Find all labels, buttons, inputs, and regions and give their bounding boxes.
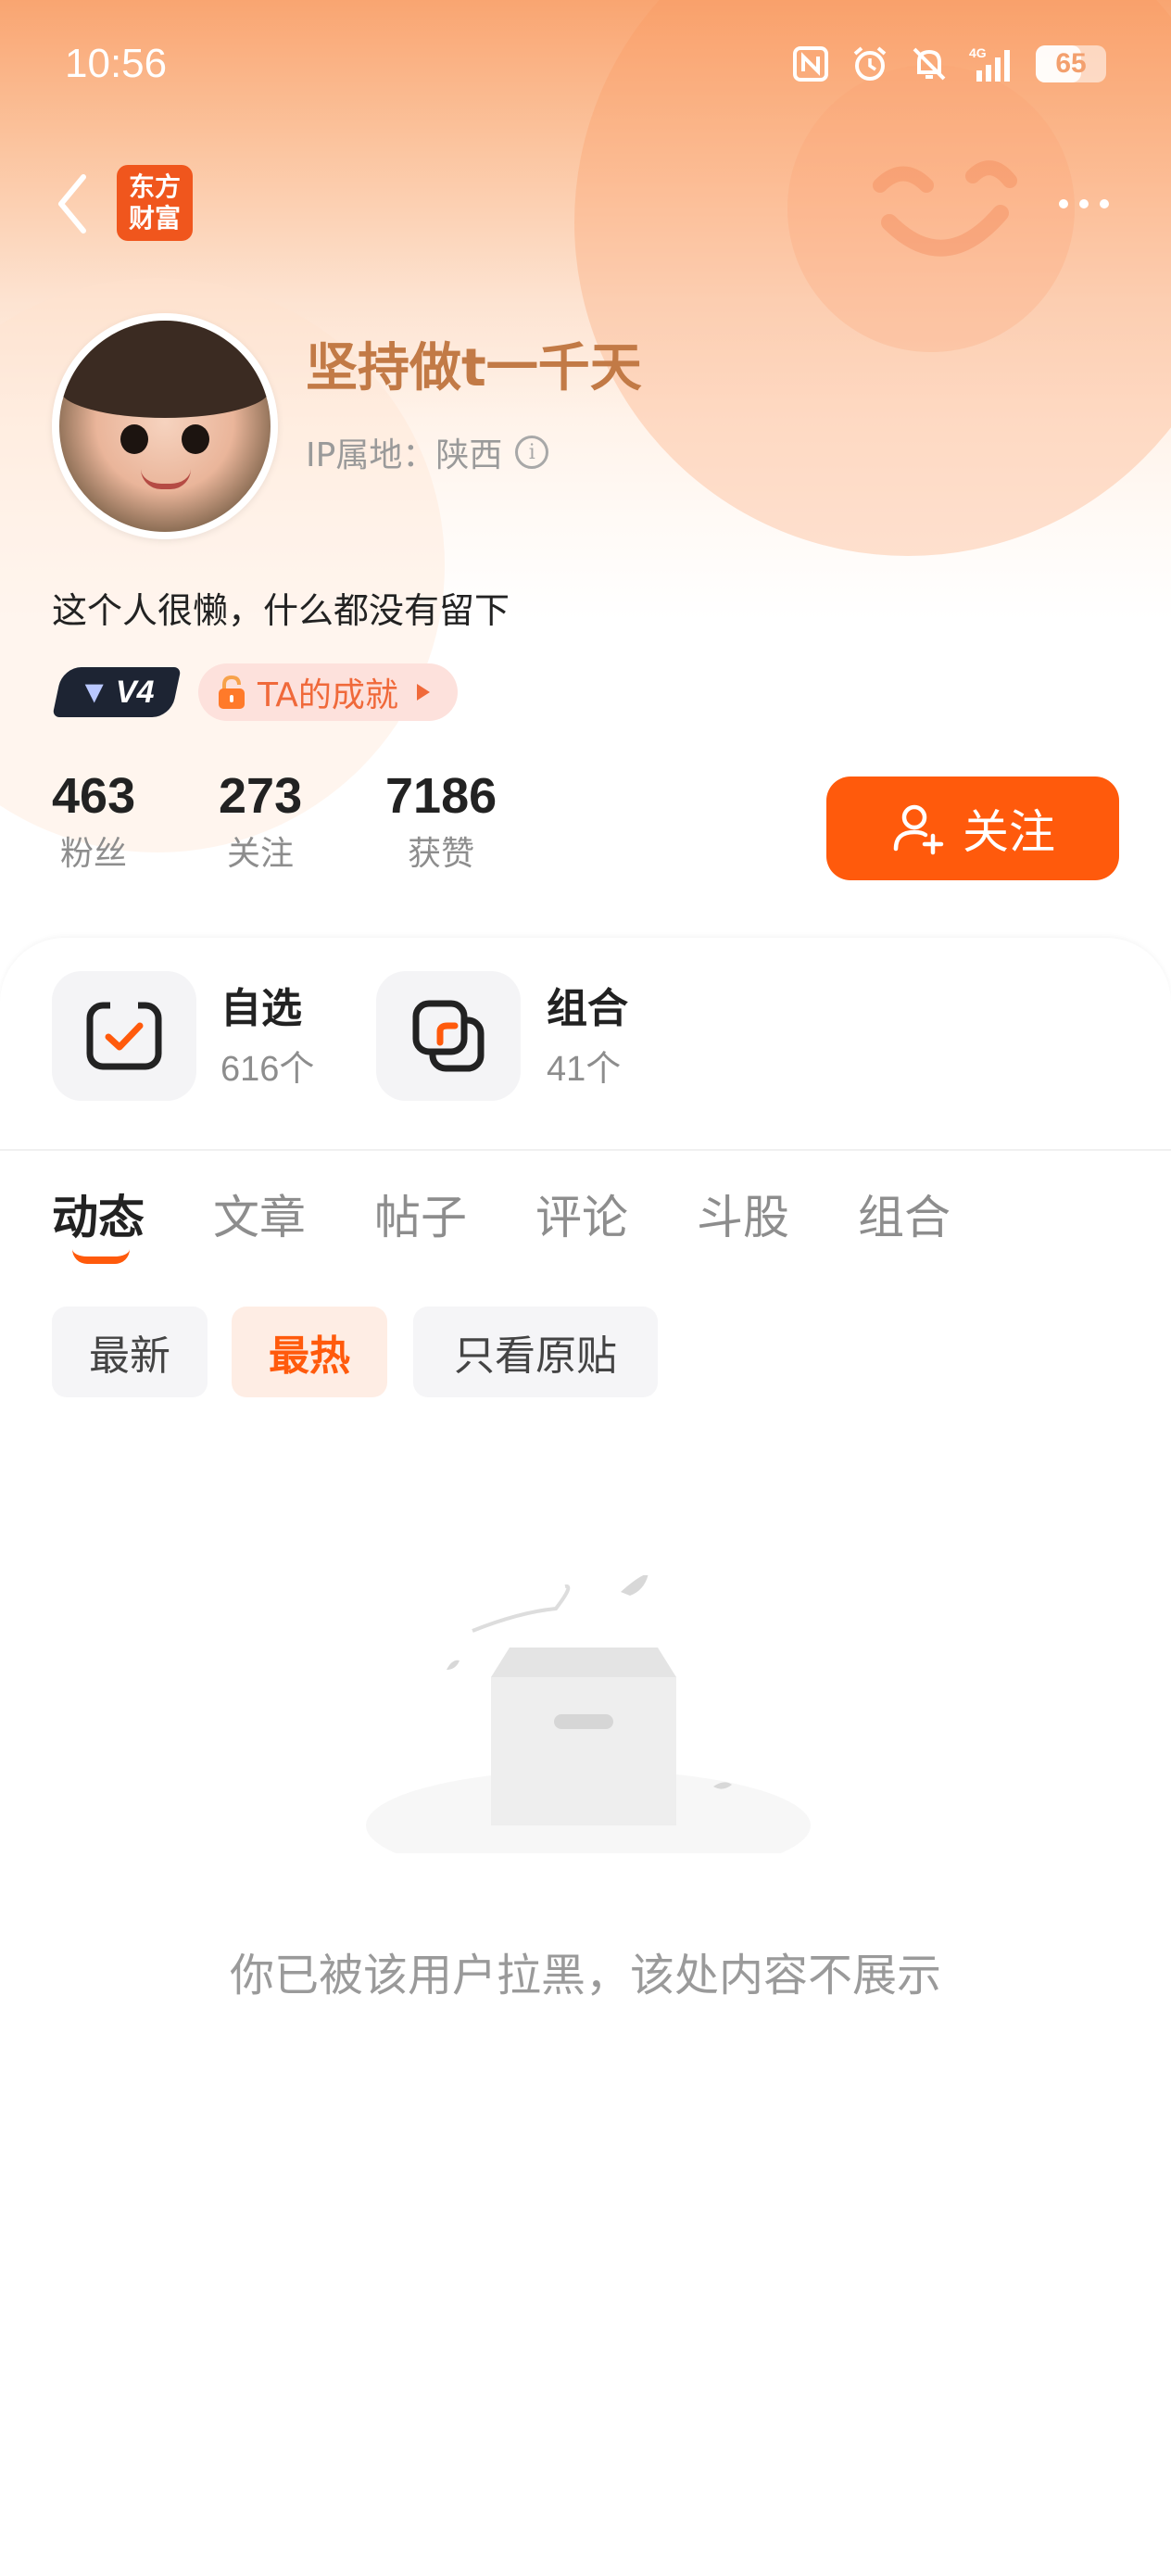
- follow-button[interactable]: 关注: [826, 777, 1119, 880]
- tab-posts[interactable]: 帖子: [374, 1181, 467, 1247]
- battery-percent: 65: [1055, 48, 1087, 79]
- tab-comments[interactable]: 评论: [535, 1181, 628, 1247]
- achievement-label: TA的成就: [258, 676, 398, 714]
- tab-portfolio[interactable]: 组合: [858, 1181, 951, 1247]
- vip-diamond-icon: ▼: [79, 674, 111, 710]
- app-logo[interactable]: 东方 财富: [117, 165, 193, 241]
- mute-bell-icon: [910, 44, 949, 83]
- logo-line: 财富: [128, 203, 181, 234]
- more-options-button[interactable]: [1047, 181, 1121, 227]
- more-dot-icon: [1059, 199, 1068, 208]
- avatar[interactable]: [52, 313, 278, 539]
- filter-original-only[interactable]: 只看原贴: [413, 1307, 658, 1397]
- tab-articles[interactable]: 文章: [213, 1181, 306, 1247]
- stat-value: 7186: [385, 768, 497, 824]
- active-tab-indicator: [72, 1249, 130, 1264]
- bio: 这个人很懒，什么都没有留下: [52, 590, 510, 631]
- watchlist-count: 616个: [220, 1050, 315, 1089]
- watchlist-tile[interactable]: [52, 971, 196, 1101]
- stat-value: 273: [219, 768, 303, 824]
- watchlist-title: 自选: [220, 985, 302, 1032]
- empty-state-message: 你已被该用户拉黑，该处内容不展示: [229, 1950, 941, 2001]
- achievement-button[interactable]: TA的成就: [198, 663, 458, 721]
- stat-fans[interactable]: 463 粉丝: [52, 767, 135, 875]
- nfc-icon: [791, 44, 830, 83]
- lock-icon: [219, 675, 245, 709]
- vip-badge[interactable]: ▼ V4: [52, 667, 182, 717]
- back-button[interactable]: [44, 167, 100, 241]
- more-dot-icon: [1100, 199, 1109, 208]
- vip-level: V4: [116, 674, 155, 710]
- arrow-right-icon: [416, 684, 430, 701]
- status-time: 10:56: [65, 41, 168, 86]
- portfolio-tile[interactable]: [376, 971, 521, 1101]
- stat-label: 关注: [227, 835, 295, 873]
- battery-icon: 65: [1036, 45, 1106, 82]
- svg-text:4G: 4G: [969, 45, 987, 60]
- signal-4g-icon: 4G: [969, 44, 1015, 83]
- ip-location-label: IP属地：陕西: [306, 436, 503, 474]
- status-icons: 4G 65: [791, 44, 1106, 83]
- stat-label: 粉丝: [60, 835, 128, 873]
- more-dot-icon: [1079, 199, 1089, 208]
- portfolio-title: 组合: [547, 985, 628, 1032]
- ip-location: IP属地：陕西 i: [306, 428, 549, 476]
- stat-value: 463: [52, 768, 136, 824]
- watchlist-check-icon: [86, 1000, 162, 1070]
- stat-likes[interactable]: 7186 获赞: [385, 767, 497, 875]
- filter-latest[interactable]: 最新: [52, 1307, 208, 1397]
- username: 坚持做t一千天: [306, 338, 642, 398]
- info-icon[interactable]: i: [515, 436, 549, 469]
- status-bar: 10:56 4G 65: [0, 0, 1171, 139]
- stat-label: 获赞: [408, 835, 475, 873]
- portfolio-count: 41个: [547, 1050, 622, 1089]
- filter-hottest[interactable]: 最热: [232, 1307, 387, 1397]
- logo-line: 东方: [128, 171, 181, 202]
- tab-dynamics[interactable]: 动态: [52, 1181, 145, 1247]
- divider: [0, 1149, 1171, 1151]
- add-user-icon: [893, 804, 944, 855]
- alarm-icon: [850, 44, 889, 83]
- follow-button-label: 关注: [963, 805, 1055, 859]
- empty-box-illustration: [366, 1575, 811, 1853]
- portfolio-layers-icon: [412, 1000, 485, 1072]
- stat-following[interactable]: 273 关注: [219, 767, 302, 875]
- chevron-left-icon: [58, 174, 86, 234]
- tab-stock-battle[interactable]: 斗股: [697, 1181, 789, 1247]
